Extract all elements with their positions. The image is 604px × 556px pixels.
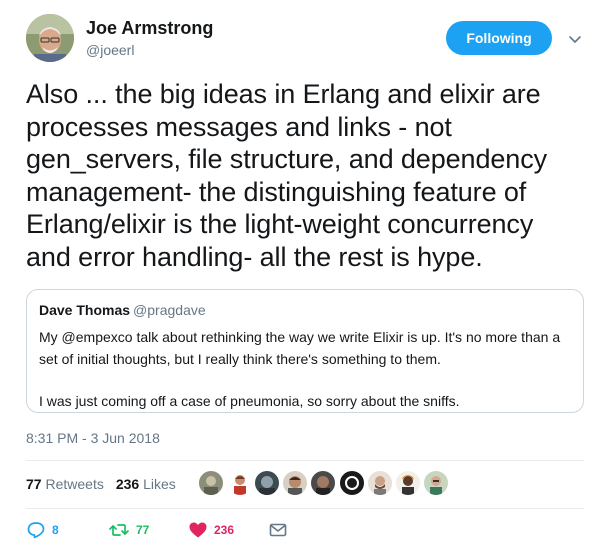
heart-icon <box>189 522 207 538</box>
retweets-count: 77 <box>26 476 42 492</box>
chevron-down-icon[interactable] <box>568 32 582 46</box>
reply-count: 8 <box>52 523 59 537</box>
divider <box>26 460 584 461</box>
following-button[interactable]: Following <box>446 21 552 55</box>
author-avatar-image <box>26 14 74 62</box>
quoted-tweet[interactable]: Dave Thomas @pragdave My @empexco talk ab… <box>26 289 584 413</box>
retweets-stat[interactable]: 77 Retweets <box>26 476 104 492</box>
tweet-text-line: processes messages and links - not <box>26 111 452 142</box>
quoted-tweet-header: Dave Thomas @pragdave <box>39 302 206 318</box>
author-avatar[interactable] <box>26 14 74 62</box>
liker-avatar[interactable] <box>423 470 449 496</box>
tweet-text-line: gen_servers, file structure, and depende… <box>26 144 548 174</box>
retweet-button[interactable]: 77 <box>108 520 149 540</box>
author-name[interactable]: Joe Armstrong <box>86 18 213 39</box>
liker-avatar[interactable] <box>254 470 280 496</box>
tweet-text-line: and error handling- all the rest is hype… <box>26 241 483 272</box>
quoted-text-line: set of initial thoughts, but I really th… <box>39 351 441 367</box>
direct-message-button[interactable] <box>268 520 294 540</box>
tweet-timestamp[interactable]: 8:31 PM - 3 Jun 2018 <box>26 430 160 446</box>
likes-stat[interactable]: 236 Likes <box>116 476 176 492</box>
tweet-text-line: Erlang/elixir is the light-weight concur… <box>26 209 534 239</box>
retweets-label: Retweets <box>45 476 104 492</box>
quoted-text-line: I was just coming off a case of pneumoni… <box>39 393 460 409</box>
quoted-author-name: Dave Thomas <box>39 302 131 318</box>
tweet-text-line: Also ... the big ideas in Erlang and eli… <box>26 79 541 109</box>
tweet-stats: 77 Retweets 236 Likes <box>26 476 176 492</box>
tweet-card: Joe Armstrong @joeerl Following Also ...… <box>0 0 604 556</box>
like-count: 236 <box>214 523 235 537</box>
liker-avatar[interactable] <box>198 470 224 496</box>
liker-avatar[interactable] <box>395 470 421 496</box>
liker-avatar[interactable] <box>367 470 393 496</box>
reply-icon <box>27 522 45 539</box>
tweet-text-line: management- the distinguishing feature o… <box>26 176 527 207</box>
liker-avatar[interactable] <box>339 470 365 496</box>
quoted-tweet-text: My @empexco talk about rethinking the wa… <box>39 326 575 412</box>
likes-count: 236 <box>115 476 140 492</box>
likes-label: Likes <box>143 476 176 492</box>
retweet-count: 77 <box>136 523 150 537</box>
liker-avatar[interactable] <box>282 470 308 496</box>
tweet-text: Also ... the big ideas in Erlang and eli… <box>26 78 586 273</box>
liker-avatar[interactable] <box>227 470 253 496</box>
like-button[interactable]: 236 <box>188 520 234 540</box>
envelope-icon <box>269 523 287 537</box>
quoted-author-handle: @pragdave <box>133 302 206 318</box>
liker-avatar[interactable] <box>310 470 336 496</box>
reply-button[interactable]: 8 <box>26 520 59 540</box>
author-handle[interactable]: @joeerl <box>86 42 134 58</box>
divider <box>26 508 584 509</box>
quoted-text-line: My @empexco talk about rethinking the wa… <box>39 329 561 345</box>
retweet-icon <box>109 524 129 536</box>
